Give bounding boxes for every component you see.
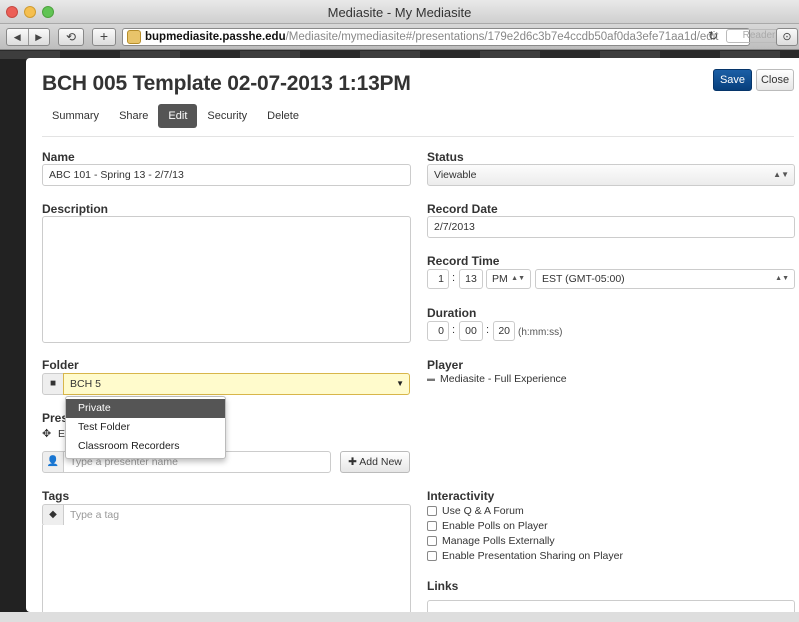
duration-hours-input[interactable]: 0 — [427, 321, 449, 341]
tag-icon: ◆ — [42, 504, 64, 526]
browser-toolbar: ◀ ▶ ⟲ + bupmediasite.passhe.edu/Mediasit… — [0, 24, 799, 50]
checkbox[interactable] — [427, 506, 437, 516]
close-button[interactable]: Close — [756, 69, 794, 91]
tags-input[interactable]: Type a tag — [63, 504, 411, 526]
checkbox-label: Enable Presentation Sharing on Player — [442, 550, 623, 562]
player-label: Player — [427, 358, 464, 372]
record-date-label: Record Date — [427, 202, 498, 216]
folder-option-private[interactable]: Private — [66, 399, 225, 418]
folder-select[interactable]: BCH 5 ▼ — [63, 373, 410, 395]
interactivity-label: Interactivity — [427, 489, 495, 503]
folder-option-test-folder[interactable]: Test Folder — [66, 418, 225, 437]
player-icon: ▬ — [427, 374, 435, 383]
tab-share[interactable]: Share — [109, 104, 158, 128]
checkbox-manage-polls[interactable]: Manage Polls Externally — [427, 535, 555, 547]
ampm-value: PM — [492, 273, 508, 285]
folder-dropdown-menu: Private Test Folder Classroom Recorders — [65, 396, 226, 459]
tab-security[interactable]: Security — [197, 104, 257, 128]
window-title: Mediasite - My Mediasite — [327, 5, 472, 20]
duration-hint: (h:mm:ss) — [518, 327, 563, 338]
duration-label: Duration — [427, 306, 477, 320]
description-textarea[interactable] — [42, 216, 411, 343]
presenter-entry: E — [58, 428, 66, 440]
player-value: Mediasite - Full Experience — [440, 373, 567, 385]
back-arrow-icon[interactable]: ◀ — [7, 29, 29, 45]
folder-option-classroom-recorders[interactable]: Classroom Recorders — [66, 437, 225, 456]
history-icon[interactable]: ⟲ — [58, 28, 84, 46]
checkbox-label: Manage Polls Externally — [442, 535, 555, 547]
updown-arrow-icon: ▲▼ — [775, 275, 789, 282]
folder-icon: ■ — [42, 373, 64, 395]
record-minute-input[interactable]: 13 — [459, 269, 483, 289]
name-label: Name — [42, 150, 75, 164]
links-input-row[interactable] — [427, 600, 795, 612]
timezone-select[interactable]: EST (GMT-05:00) ▲▼ — [535, 269, 795, 289]
tabs-divider — [42, 136, 794, 137]
save-button[interactable]: Save — [713, 69, 752, 91]
checkbox-label: Use Q & A Forum — [442, 505, 524, 517]
url-path: /Mediasite/mymediasite#/presentations/17… — [285, 31, 719, 43]
checkbox-enable-polls[interactable]: Enable Polls on Player — [427, 520, 548, 532]
checkbox[interactable] — [427, 536, 437, 546]
presenter-person-icon: 👤 — [42, 451, 64, 473]
forward-arrow-icon[interactable]: ▶ — [29, 29, 50, 45]
folder-selected-value: BCH 5 — [70, 378, 101, 390]
tags-placeholder: Type a tag — [70, 509, 120, 521]
url-domain: bupmediasite.passhe.edu — [145, 31, 286, 43]
name-input[interactable]: ABC 101 - Spring 13 - 2/7/13 — [42, 164, 411, 186]
updown-arrow-icon: ▲▼ — [511, 275, 525, 282]
status-select[interactable]: Viewable ▲▼ — [427, 164, 795, 186]
browser-bottom-edge — [0, 612, 799, 622]
duration-colon: : — [452, 324, 456, 336]
title-bar: Mediasite - My Mediasite — [0, 0, 799, 24]
tags-area[interactable] — [42, 525, 411, 612]
checkbox[interactable] — [427, 521, 437, 531]
status-value: Viewable — [434, 169, 477, 181]
ampm-select[interactable]: PM ▲▼ — [486, 269, 531, 289]
add-bookmark-icon[interactable]: + — [92, 28, 116, 46]
time-colon: : — [452, 272, 456, 284]
drag-handle-icon[interactable]: ✥ — [42, 427, 51, 440]
duration-minutes-input[interactable]: 00 — [459, 321, 483, 341]
address-bar[interactable]: bupmediasite.passhe.edu/Mediasite/mymedi… — [122, 28, 750, 46]
checkbox[interactable] — [427, 551, 437, 561]
links-label: Links — [427, 579, 459, 593]
tab-delete[interactable]: Delete — [257, 104, 309, 128]
site-favicon-icon — [127, 30, 141, 44]
timezone-value: EST (GMT-05:00) — [542, 273, 625, 285]
tab-edit[interactable]: Edit — [158, 104, 198, 128]
add-new-presenter-button[interactable]: ✚ Add New — [340, 451, 410, 473]
page-title: BCH 005 Template 02-07-2013 1:13PM — [42, 72, 411, 95]
updown-arrow-icon: ▲▼ — [773, 170, 789, 179]
duration-colon: : — [486, 324, 490, 336]
downloads-icon[interactable]: ⊙ — [776, 28, 798, 46]
record-date-input[interactable]: 2/7/2013 — [427, 216, 795, 238]
edit-presentation-modal: BCH 005 Template 02-07-2013 1:13PM Save … — [26, 58, 799, 612]
plus-icon: ✚ — [348, 456, 357, 468]
tab-bar: Summary Share Edit Security Delete — [42, 104, 309, 128]
tags-label: Tags — [42, 489, 70, 503]
record-hour-input[interactable]: 1 — [427, 269, 449, 289]
reload-icon[interactable]: ↻ — [708, 29, 721, 43]
checkbox-label: Enable Polls on Player — [442, 520, 548, 532]
checkbox-presentation-sharing[interactable]: Enable Presentation Sharing on Player — [427, 550, 623, 562]
duration-seconds-input[interactable]: 20 — [493, 321, 515, 341]
back-forward-buttons[interactable]: ◀ ▶ — [6, 28, 50, 46]
chevron-down-icon: ▼ — [396, 379, 404, 388]
folder-label: Folder — [42, 358, 79, 372]
status-label: Status — [427, 150, 464, 164]
browser-window: Mediasite - My Mediasite ◀ ▶ ⟲ + bupmedi… — [0, 0, 799, 622]
record-time-label: Record Time — [427, 254, 500, 268]
checkbox-qa-forum[interactable]: Use Q & A Forum — [427, 505, 524, 517]
description-label: Description — [42, 202, 109, 216]
tab-summary[interactable]: Summary — [42, 104, 109, 128]
add-new-label: Add New — [359, 456, 402, 468]
